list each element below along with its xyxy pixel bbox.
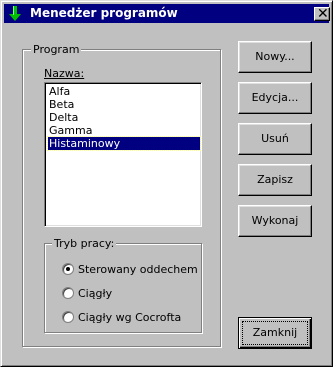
delete-button[interactable]: Usuń <box>238 123 312 155</box>
radio-label-continuous-cockroft[interactable]: Ciągły wg Cocrofta <box>78 311 181 324</box>
radio-breath-controlled[interactable] <box>62 263 74 275</box>
list-item[interactable]: Gamma <box>48 124 200 137</box>
title-bar[interactable]: Menedżer programów ✕ <box>4 4 330 23</box>
run-button[interactable]: Wykonaj <box>238 205 312 237</box>
green-down-arrow-icon <box>8 5 22 22</box>
close-button-label: Zamknij <box>242 321 308 345</box>
program-listbox[interactable]: Alfa Beta Delta Gamma Histaminowy <box>44 82 202 227</box>
radio-dot <box>66 267 70 271</box>
close-window-button[interactable]: ✕ <box>314 6 330 22</box>
close-button[interactable]: Zamknij <box>238 317 312 349</box>
list-item[interactable]: Beta <box>48 98 200 111</box>
name-label-text: Nazwa: <box>44 67 85 80</box>
list-item-selected[interactable]: Histaminowy <box>47 136 201 151</box>
save-button[interactable]: Zapisz <box>238 164 312 196</box>
program-group-legend: Program <box>31 43 82 56</box>
radio-continuous[interactable] <box>62 287 74 299</box>
list-item[interactable]: Alfa <box>48 85 200 98</box>
radio-label-breath-controlled[interactable]: Sterowany oddechem <box>78 263 198 276</box>
new-button[interactable]: Nowy... <box>238 41 312 73</box>
window-title: Menedżer programów <box>30 6 178 20</box>
radio-continuous-cockroft[interactable] <box>62 311 74 323</box>
list-item[interactable]: Delta <box>48 111 200 124</box>
edit-button[interactable]: Edycja... <box>238 82 312 114</box>
radio-label-continuous[interactable]: Ciągły <box>78 287 112 300</box>
name-label: Nazwa: <box>44 67 84 80</box>
program-manager-window: Menedżer programów ✕ Program Nazwa: Alfa… <box>0 0 333 367</box>
close-icon: ✕ <box>317 6 329 22</box>
mode-group-legend: Tryb pracy: <box>52 237 117 250</box>
